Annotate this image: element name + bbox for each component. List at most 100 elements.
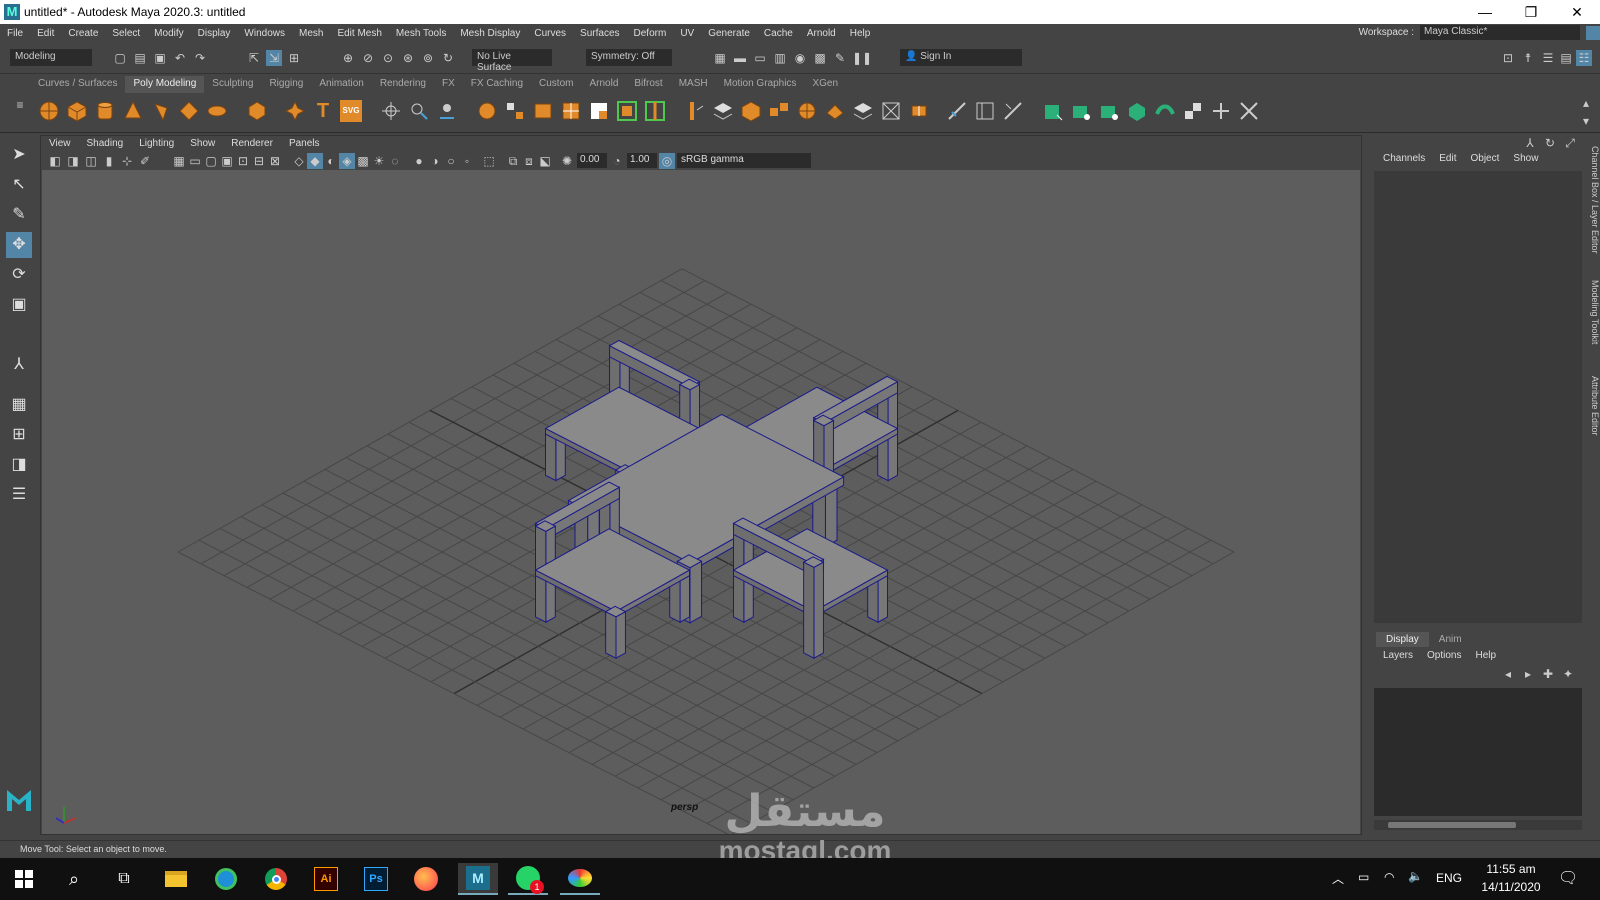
battery-icon[interactable]: ▭	[1358, 870, 1369, 884]
notifications-icon[interactable]: 🗨	[1558, 868, 1578, 888]
show-hidden-icons-icon[interactable]: ︿	[1332, 870, 1344, 887]
planar-map-icon[interactable]	[1070, 100, 1092, 122]
task-view-icon[interactable]: ⧉	[104, 863, 144, 895]
wireframe-on-shaded-icon[interactable]: ◈	[339, 153, 355, 169]
edge-icon[interactable]	[206, 863, 246, 895]
channel-box-menu-channels[interactable]: Channels	[1376, 153, 1432, 164]
uv-checker-icon[interactable]	[1182, 100, 1204, 122]
cut-uv-icon[interactable]	[1210, 100, 1232, 122]
menu-display[interactable]: Display	[191, 28, 238, 39]
menu-edit[interactable]: Edit	[30, 28, 61, 39]
menu-arnold[interactable]: Arnold	[800, 28, 843, 39]
new-scene-icon[interactable]: ▢	[112, 50, 128, 66]
bevel-icon[interactable]	[532, 100, 554, 122]
character-controls-icon[interactable]: ☨	[1520, 50, 1536, 66]
paint-icon[interactable]	[560, 863, 600, 895]
maya-taskbar-icon[interactable]: M	[458, 863, 498, 895]
collapse-icon[interactable]	[796, 100, 818, 122]
snap-surface-icon[interactable]: ⊚	[420, 50, 436, 66]
shelf-tab-sculpting[interactable]: Sculpting	[204, 76, 261, 93]
poly-torus-icon[interactable]	[150, 100, 172, 122]
smooth-shade-icon[interactable]: ◆	[307, 153, 323, 169]
target-weld-icon[interactable]	[740, 100, 762, 122]
resolution-gate-icon[interactable]: ▢	[203, 153, 219, 169]
uv-editor-icon[interactable]	[1042, 100, 1064, 122]
merge-icon[interactable]	[712, 100, 734, 122]
clock-date[interactable]: 14/11/2020	[1472, 880, 1550, 894]
channel-box-menu-object[interactable]: Object	[1464, 153, 1507, 164]
insert-edge-loop-icon[interactable]	[644, 100, 666, 122]
grid-icon[interactable]: ▦	[171, 153, 187, 169]
exposure-field[interactable]: 0.00	[577, 153, 607, 168]
tool-settings-toggle-icon[interactable]: ▤	[1558, 50, 1574, 66]
safe-title-icon[interactable]: ⊠	[267, 153, 283, 169]
smooth-icon[interactable]	[436, 100, 458, 122]
exposure-icon[interactable]: ✺	[559, 153, 575, 169]
shelf-tab-arnold[interactable]: Arnold	[581, 76, 626, 93]
illustrator-icon[interactable]: Ai	[306, 863, 346, 895]
depth-of-field-icon[interactable]: ◦	[459, 153, 475, 169]
shelf-tab-mash[interactable]: MASH	[671, 76, 716, 93]
viewport[interactable]: persp	[42, 170, 1360, 834]
save-scene-icon[interactable]: ▣	[152, 50, 168, 66]
symmetry-dropdown[interactable]: Symmetry: Off	[586, 49, 672, 66]
paint-select-tool-icon[interactable]: ✎	[6, 202, 32, 228]
lock-icon[interactable]	[1586, 25, 1600, 40]
image-plane-icon[interactable]: ▮	[101, 153, 117, 169]
snap-point-icon[interactable]: ⊙	[380, 50, 396, 66]
undo-icon[interactable]: ↶	[172, 50, 188, 66]
menu-uv[interactable]: UV	[673, 28, 701, 39]
shelf-scroll-down-icon[interactable]: ▾	[1578, 113, 1594, 129]
workspace-dropdown[interactable]: Maya Classic*	[1420, 25, 1580, 40]
minimize-button[interactable]: —	[1462, 0, 1508, 24]
wireframe-icon[interactable]: ◇	[291, 153, 307, 169]
panel-menu-shading[interactable]: Shading	[79, 136, 132, 152]
snap-curve-icon[interactable]: ⊘	[360, 50, 376, 66]
channel-box-float-icon[interactable]: ⤢	[1562, 135, 1578, 151]
shelf-tab-rendering[interactable]: Rendering	[372, 76, 434, 93]
super-shape-icon[interactable]	[284, 100, 306, 122]
menu-cache[interactable]: Cache	[757, 28, 800, 39]
layer-tab-display[interactable]: Display	[1376, 632, 1429, 647]
rotate-tool-icon[interactable]: ⟳	[6, 262, 32, 288]
shelf-tab-bifrost[interactable]: Bifrost	[626, 76, 670, 93]
lasso-tool-icon[interactable]: ↖	[6, 172, 32, 198]
textured-icon[interactable]: ▩	[355, 153, 371, 169]
combine-icon[interactable]	[380, 100, 402, 122]
move-layer-up-icon[interactable]: ◂	[1500, 666, 1516, 682]
new-layer-selected-icon[interactable]: ✦	[1560, 666, 1576, 682]
channel-box-settings-icon[interactable]: ⅄	[1522, 135, 1538, 151]
shelf-tab-custom[interactable]: Custom	[531, 76, 581, 93]
select-hierarchy-icon[interactable]: ⇱	[246, 50, 262, 66]
close-button[interactable]: ✕	[1554, 0, 1600, 24]
menu-select[interactable]: Select	[105, 28, 147, 39]
separate-icon[interactable]	[408, 100, 430, 122]
four-view-layout-icon[interactable]: ⊞	[6, 422, 32, 448]
outliner-layout-icon[interactable]: ☰	[6, 482, 32, 508]
isolate-select-icon[interactable]: ⬚	[481, 153, 497, 169]
menu-mesh-display[interactable]: Mesh Display	[453, 28, 527, 39]
grease-pencil-icon[interactable]: ✐	[137, 153, 153, 169]
channel-box-sync-icon[interactable]: ↻	[1542, 135, 1558, 151]
menu-modify[interactable]: Modify	[147, 28, 190, 39]
render-view-icon[interactable]: ▬	[732, 50, 748, 66]
poly-disc-icon[interactable]	[206, 100, 228, 122]
anti-aliasing-icon[interactable]: ○	[443, 153, 459, 169]
wifi-icon[interactable]: ◠	[1384, 870, 1394, 884]
detach-icon[interactable]	[852, 100, 874, 122]
menu-surfaces[interactable]: Surfaces	[573, 28, 626, 39]
edge-flow-icon[interactable]	[946, 100, 968, 122]
layer-tab-anim[interactable]: Anim	[1429, 632, 1472, 647]
select-component-icon[interactable]: ⊞	[286, 50, 302, 66]
two-d-pan-zoom-icon[interactable]: ⊹	[119, 153, 135, 169]
xray-active-icon[interactable]: ⧈	[521, 153, 537, 169]
shelf-menu-icon[interactable]: ≡	[12, 97, 28, 113]
spherical-map-icon[interactable]	[1126, 100, 1148, 122]
quad-draw-icon[interactable]	[1002, 100, 1024, 122]
gamma-icon[interactable]: ◔	[609, 153, 625, 169]
sew-uv-icon[interactable]	[1238, 100, 1260, 122]
last-tool-icon[interactable]: ⅄	[6, 352, 32, 378]
scale-tool-icon[interactable]: ▣	[6, 292, 32, 318]
layer-menu-options[interactable]: Options	[1420, 650, 1468, 661]
scrollbar-thumb[interactable]	[1388, 822, 1516, 828]
